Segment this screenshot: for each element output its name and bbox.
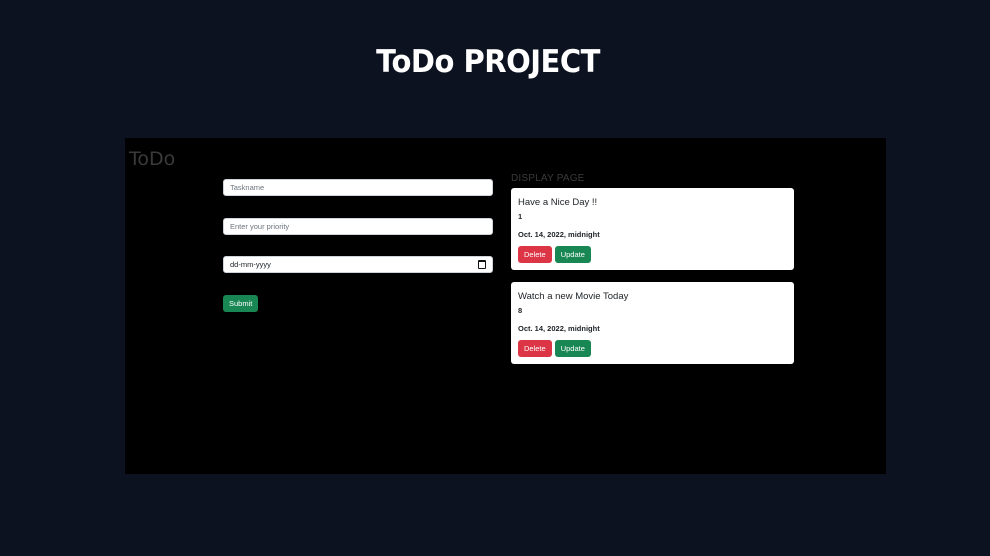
todo-panel: ToDo dd-mm-yyyy Submit DISPLAY PAGE Have… (125, 138, 886, 474)
task-priority: 8 (518, 306, 523, 315)
update-button[interactable]: Update (554, 246, 591, 263)
date-input[interactable]: dd-mm-yyyy (223, 256, 493, 273)
display-page-heading: DISPLAY PAGE (511, 173, 585, 184)
priority-input[interactable] (223, 218, 493, 235)
task-actions: Delete Update (518, 340, 787, 357)
task-name: Watch a new Movie Today (518, 291, 629, 302)
calendar-icon[interactable] (478, 260, 486, 269)
update-button[interactable]: Update (554, 340, 591, 357)
delete-button[interactable]: Delete (518, 340, 552, 357)
panel-heading: ToDo (129, 148, 176, 170)
task-name: Have a Nice Day !! (518, 197, 598, 208)
task-priority: 1 (518, 212, 523, 221)
date-placeholder: dd-mm-yyyy (230, 260, 271, 269)
submit-button[interactable]: Submit (223, 295, 259, 312)
delete-button[interactable]: Delete (518, 246, 552, 263)
task-date: Oct. 14, 2022, midnight (518, 230, 600, 239)
task-card: Watch a new Movie Today 8 Oct. 14, 2022,… (511, 282, 794, 364)
task-actions: Delete Update (518, 246, 787, 263)
task-date: Oct. 14, 2022, midnight (518, 324, 600, 333)
taskname-input[interactable] (223, 179, 493, 196)
task-card: Have a Nice Day !! 1 Oct. 14, 2022, midn… (511, 188, 794, 270)
page-title: ToDo PROJECT (376, 42, 600, 80)
